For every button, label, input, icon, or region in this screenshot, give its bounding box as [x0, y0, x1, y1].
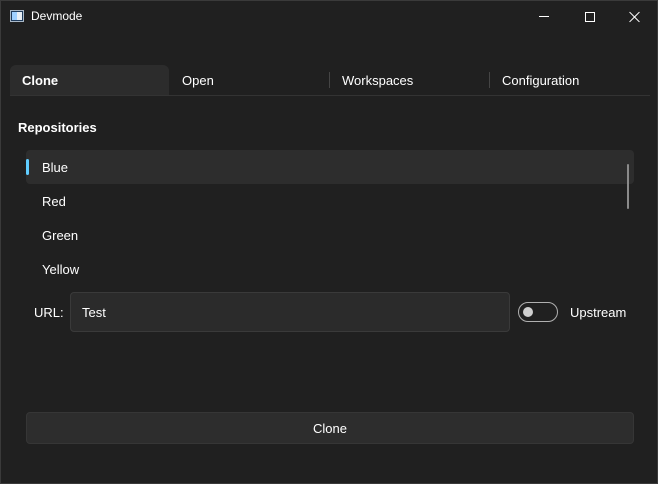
app-window-icon: [10, 10, 24, 22]
tab-configuration[interactable]: Configuration: [502, 65, 579, 95]
list-item[interactable]: Yellow: [26, 252, 634, 286]
tab-workspaces[interactable]: Workspaces: [342, 65, 413, 95]
list-item[interactable]: Red: [26, 184, 634, 218]
url-input[interactable]: [70, 292, 510, 332]
upstream-label: Upstream: [570, 305, 627, 320]
toggle-knob: [523, 307, 533, 317]
title-bar[interactable]: Devmode: [1, 1, 657, 32]
maximize-icon: [585, 11, 595, 22]
app-window: Devmode Clone Open Workspaces Configurat…: [0, 0, 658, 484]
list-item[interactable]: Green: [26, 218, 634, 252]
tab-open[interactable]: Open: [182, 65, 214, 95]
minimize-button[interactable]: [521, 1, 567, 32]
list-item[interactable]: Blue: [26, 150, 634, 184]
selection-indicator: [26, 159, 29, 175]
url-label: URL:: [34, 305, 64, 320]
minimize-icon: [539, 16, 549, 17]
upstream-toggle[interactable]: [518, 302, 558, 322]
clone-button[interactable]: Clone: [26, 412, 634, 444]
repository-list: Blue Red Green Yellow: [26, 150, 634, 286]
close-icon: [629, 11, 641, 23]
maximize-button[interactable]: [567, 1, 613, 32]
tab-clone[interactable]: Clone: [10, 65, 169, 95]
tab-divider: [489, 72, 490, 88]
repositories-heading: Repositories: [18, 120, 97, 135]
window-title: Devmode: [31, 9, 83, 23]
list-scrollbar[interactable]: [627, 164, 629, 209]
close-button[interactable]: [612, 1, 658, 32]
list-item-label: Blue: [42, 159, 69, 175]
list-item-label: Green: [42, 227, 79, 243]
tab-bar: Clone Open Workspaces Configuration: [10, 65, 650, 96]
list-item-label: Red: [42, 193, 66, 209]
list-item-label: Yellow: [42, 261, 80, 277]
tab-divider: [329, 72, 330, 88]
